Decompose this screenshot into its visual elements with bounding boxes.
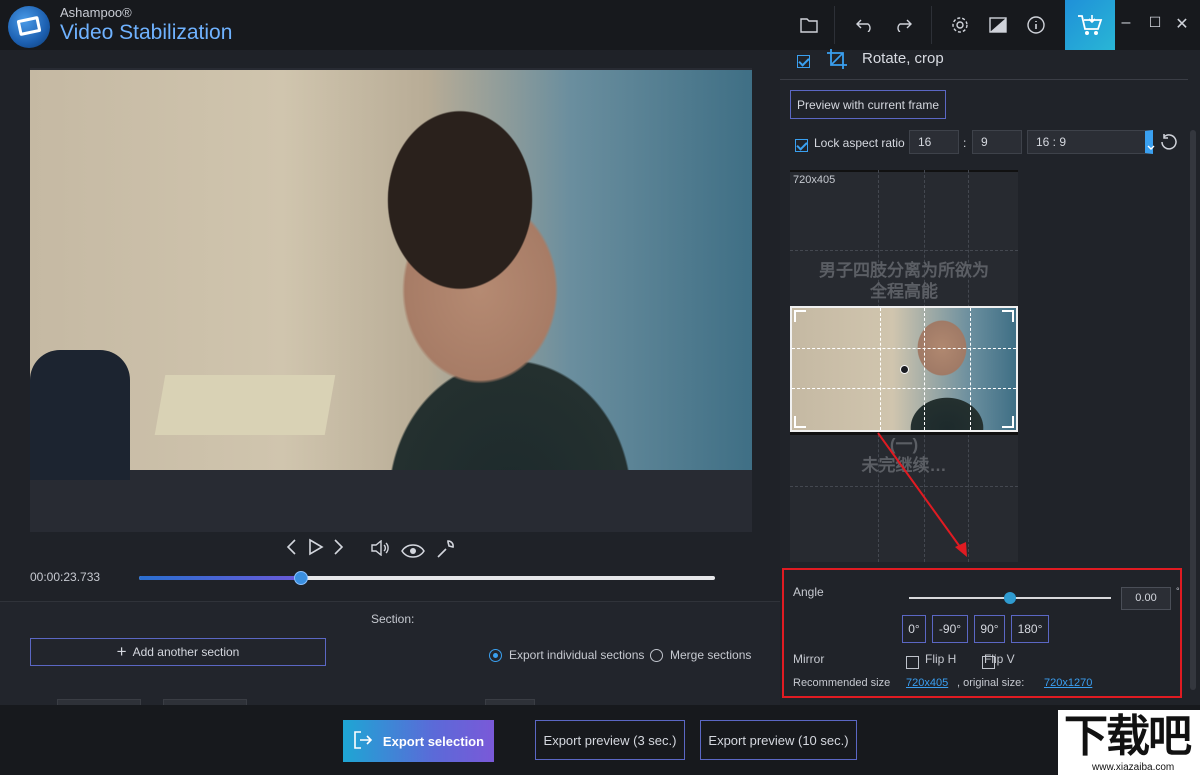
flip-v-label: Flip V [984,652,1015,666]
cart-icon[interactable] [1065,0,1115,50]
crop-center-handle[interactable] [900,365,909,374]
original-size-link[interactable]: 720x1270 [1044,677,1092,689]
ratio-separator: : [963,136,967,150]
video-viewport[interactable] [30,68,752,532]
export-selection-label: Export selection [382,733,485,749]
lock-aspect-checkbox[interactable] [795,139,808,153]
seek-bar-fill [139,576,302,580]
angle-0-button[interactable]: 0° [902,615,926,643]
annotation-arrow-icon [877,432,967,557]
export-individual-option[interactable]: Export individual sections [489,648,644,662]
volume-icon[interactable] [371,539,391,561]
undo-icon[interactable] [850,10,880,40]
maximize-icon[interactable]: ☐ [1143,14,1167,31]
angle-90-button[interactable]: 90° [974,615,1005,643]
seek-bar[interactable] [139,571,715,585]
merge-sections-label: Merge sections [670,648,752,662]
info-icon[interactable] [1021,10,1051,40]
original-size-label: , original size: [957,677,1025,689]
settings-panel: Rotate, crop Preview with current frame … [780,48,1200,705]
play-icon[interactable] [308,538,324,561]
merge-sections-radio[interactable] [650,648,663,662]
seek-handle[interactable] [294,571,309,585]
minimize-icon[interactable]: – [1114,14,1138,32]
app-title: Video Stabilization [60,21,233,44]
angle-slider-handle[interactable] [1004,592,1016,604]
rotate-crop-title: Rotate, crop [862,50,944,67]
recommended-size-link[interactable]: 720x405 [906,677,948,689]
prev-frame-icon[interactable] [286,538,298,561]
player-panel: 00:00:23.733 Section: + Add another sect… [0,50,780,706]
title-bar: Ashampoo® Video Stabilization – ☐ ✕ [0,0,1200,50]
angle-label: Angle [793,585,824,599]
video-frame [30,70,752,480]
section-area: Section: + Add another section Export in… [0,601,780,706]
panel-scrollbar[interactable] [1190,130,1196,690]
add-section-label: Add another section [132,645,240,659]
export-icon [353,730,373,753]
brand-name: Ashampoo® [60,5,132,20]
ratio-height-input[interactable]: 9 [972,130,1022,154]
export-preview-10-button[interactable]: Export preview (10 sec.) [700,720,857,760]
angle-input[interactable]: 0.00 [1121,587,1171,610]
section-label: Section: [371,612,415,626]
watermark: 下载吧 www.xiazaiba.com [1058,710,1200,775]
next-frame-icon[interactable] [332,538,344,561]
export-selection-button[interactable]: Export selection [343,720,494,762]
overlay-text-line1: 男子四肢分离为所欲为 [819,261,989,280]
plus-icon: + [116,642,127,661]
wrench-icon[interactable] [436,539,456,564]
export-individual-radio[interactable] [489,648,502,662]
chevron-down-icon[interactable] [1147,138,1155,156]
add-section-button[interactable]: + Add another section [30,638,326,666]
eye-icon[interactable] [401,542,425,563]
angle-unit: ° [1176,586,1180,596]
timecode: 00:00:23.733 [30,570,101,584]
export-preview-3-button[interactable]: Export preview (3 sec.) [535,720,685,760]
app-logo-icon [8,6,50,48]
rotate-crop-checkbox[interactable] [797,55,810,69]
watermark-url: www.xiazaiba.com [1092,762,1175,773]
overlay-text-line2: 全程高能 [870,282,938,301]
folder-icon[interactable] [794,10,824,40]
angle-slider[interactable] [909,592,1111,604]
rotate-settings-box: Angle 0.00 ° 0° -90° 90° 180° Mirror Fli… [782,568,1182,698]
angle-minus90-button[interactable]: -90° [932,615,968,643]
recommended-size-label: Recommended size [793,677,891,689]
crop-icon [826,48,848,75]
bottom-bar: Export selection Export preview (3 sec.)… [0,705,1200,775]
ratio-preset-select[interactable]: 16 : 9 [1027,130,1153,154]
flip-h-checkbox[interactable] [906,656,919,670]
reset-icon[interactable] [1160,133,1178,156]
redo-icon[interactable] [888,10,918,40]
mirror-label: Mirror [793,652,825,666]
gear-icon[interactable] [945,10,975,40]
flip-h-label: Flip H [925,652,957,666]
crop-rectangle[interactable] [790,306,1018,432]
watermark-text: 下载吧 [1064,711,1192,762]
rotate-crop-header[interactable]: Rotate, crop [780,48,1188,80]
ratio-width-input[interactable]: 16 [909,130,959,154]
export-individual-label: Export individual sections [509,648,645,662]
compare-icon[interactable] [983,10,1013,40]
close-icon[interactable]: ✕ [1170,14,1194,34]
lock-aspect-label: Lock aspect ratio [814,136,905,150]
preview-size-label: 720x405 [793,174,836,186]
angle-180-button[interactable]: 180° [1011,615,1049,643]
merge-sections-option[interactable]: Merge sections [650,648,751,662]
preview-current-frame-button[interactable]: Preview with current frame [790,90,946,119]
